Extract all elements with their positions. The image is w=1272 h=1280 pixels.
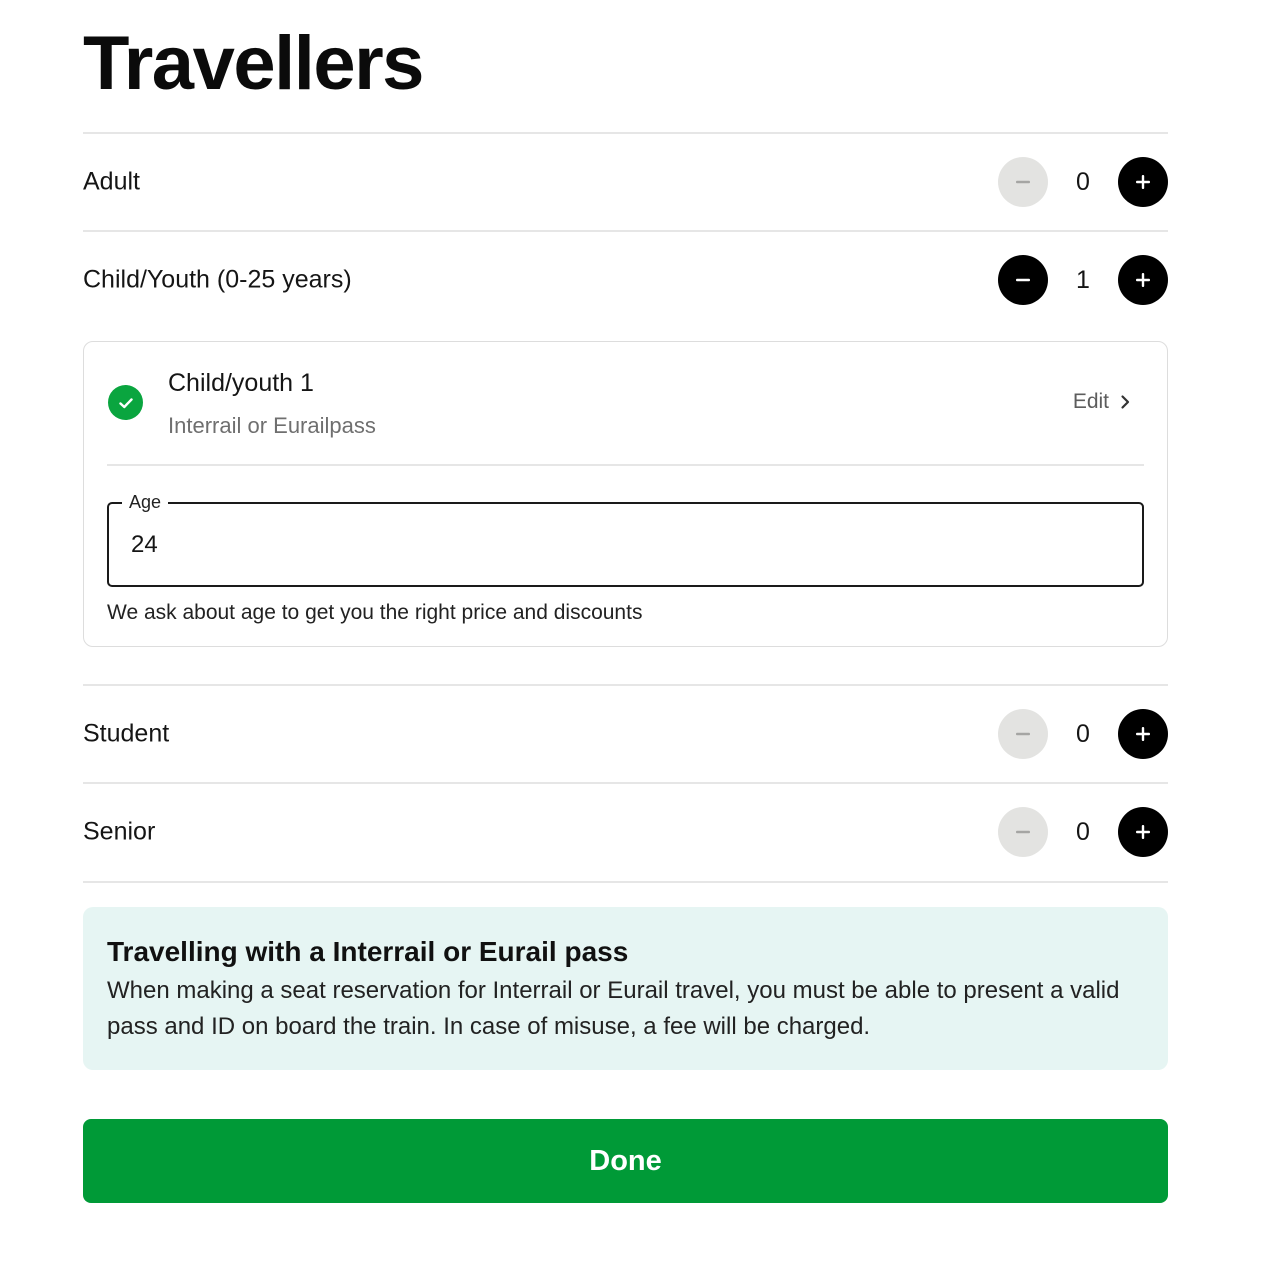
plus-icon xyxy=(1136,727,1150,741)
senior-count: 0 xyxy=(1076,818,1090,846)
check-icon xyxy=(108,385,143,420)
minus-icon xyxy=(1016,732,1030,736)
student-count: 0 xyxy=(1076,720,1090,748)
child-stepper: 1 xyxy=(998,255,1168,305)
edit-label: Edit xyxy=(1072,390,1109,413)
senior-decrease-button[interactable] xyxy=(998,807,1048,857)
traveller-row-senior: Senior 0 xyxy=(83,783,1168,881)
child-traveller-card: Child/youth 1 Interrail or Eurailpass Ed… xyxy=(83,341,1168,647)
age-help-text: We ask about age to get you the right pr… xyxy=(107,601,643,624)
pass-info-text: When making a seat reservation for Inter… xyxy=(107,977,1120,1040)
card-divider xyxy=(107,464,1144,466)
child-traveller-pass: Interrail or Eurailpass xyxy=(168,413,376,438)
child-increase-button[interactable] xyxy=(1118,255,1168,305)
traveller-label-student: Student xyxy=(83,719,170,748)
chevron-right-icon xyxy=(1121,395,1130,409)
minus-icon xyxy=(1016,180,1030,184)
minus-icon xyxy=(1016,278,1030,282)
plus-icon xyxy=(1136,175,1150,189)
traveller-label-child: Child/Youth (0-25 years) xyxy=(83,265,352,294)
done-button[interactable]: Done xyxy=(83,1119,1168,1203)
adult-stepper: 0 xyxy=(998,157,1168,207)
student-decrease-button[interactable] xyxy=(998,709,1048,759)
traveller-label-adult: Adult xyxy=(83,167,140,196)
adult-count: 0 xyxy=(1076,168,1090,196)
senior-increase-button[interactable] xyxy=(1118,807,1168,857)
student-increase-button[interactable] xyxy=(1118,709,1168,759)
adult-decrease-button[interactable] xyxy=(998,157,1048,207)
traveller-row-adult: Adult 0 xyxy=(83,133,1168,231)
plus-icon xyxy=(1136,825,1150,839)
student-stepper: 0 xyxy=(998,709,1168,759)
pass-info-box: Travelling with a Interrail or Eurail pa… xyxy=(83,907,1168,1070)
edit-traveller-link[interactable]: Edit xyxy=(1073,390,1133,414)
age-input[interactable] xyxy=(131,504,1121,585)
page-title: Travellers xyxy=(83,21,424,106)
pass-info-title: Travelling with a Interrail or Eurail pa… xyxy=(107,936,629,967)
senior-stepper: 0 xyxy=(998,807,1168,857)
child-decrease-button[interactable] xyxy=(998,255,1048,305)
traveller-row-student: Student 0 xyxy=(83,685,1168,783)
divider xyxy=(83,881,1168,883)
traveller-label-senior: Senior xyxy=(83,817,156,846)
traveller-row-child: Child/Youth (0-25 years) 1 xyxy=(83,231,1168,329)
minus-icon xyxy=(1016,830,1030,834)
child-count: 1 xyxy=(1076,266,1090,294)
child-traveller-name: Child/youth 1 xyxy=(168,369,314,397)
plus-icon xyxy=(1136,273,1150,287)
adult-increase-button[interactable] xyxy=(1118,157,1168,207)
age-field: Age xyxy=(107,489,1144,587)
